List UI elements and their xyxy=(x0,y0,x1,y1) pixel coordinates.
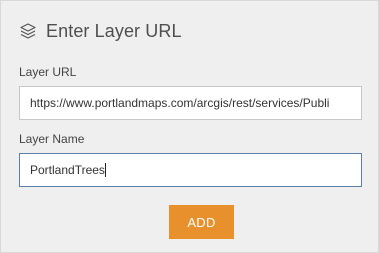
layers-icon xyxy=(19,22,37,40)
layer-url-value: https://www.portlandmaps.com/arcgis/rest… xyxy=(30,96,330,110)
text-caret xyxy=(104,163,106,177)
panel-title: Enter Layer URL xyxy=(46,20,182,41)
layer-url-label: Layer URL xyxy=(19,65,77,79)
layer-name-label: Layer Name xyxy=(19,132,85,146)
panel-header: Enter Layer URL xyxy=(19,19,182,43)
add-button[interactable]: ADD xyxy=(169,205,234,239)
enter-layer-url-panel: Enter Layer URL Layer URL https://www.po… xyxy=(0,0,379,253)
layer-name-value: PortlandTrees xyxy=(30,163,105,177)
layer-name-input[interactable]: PortlandTrees xyxy=(19,153,362,187)
layer-url-input[interactable]: https://www.portlandmaps.com/arcgis/rest… xyxy=(19,86,362,120)
